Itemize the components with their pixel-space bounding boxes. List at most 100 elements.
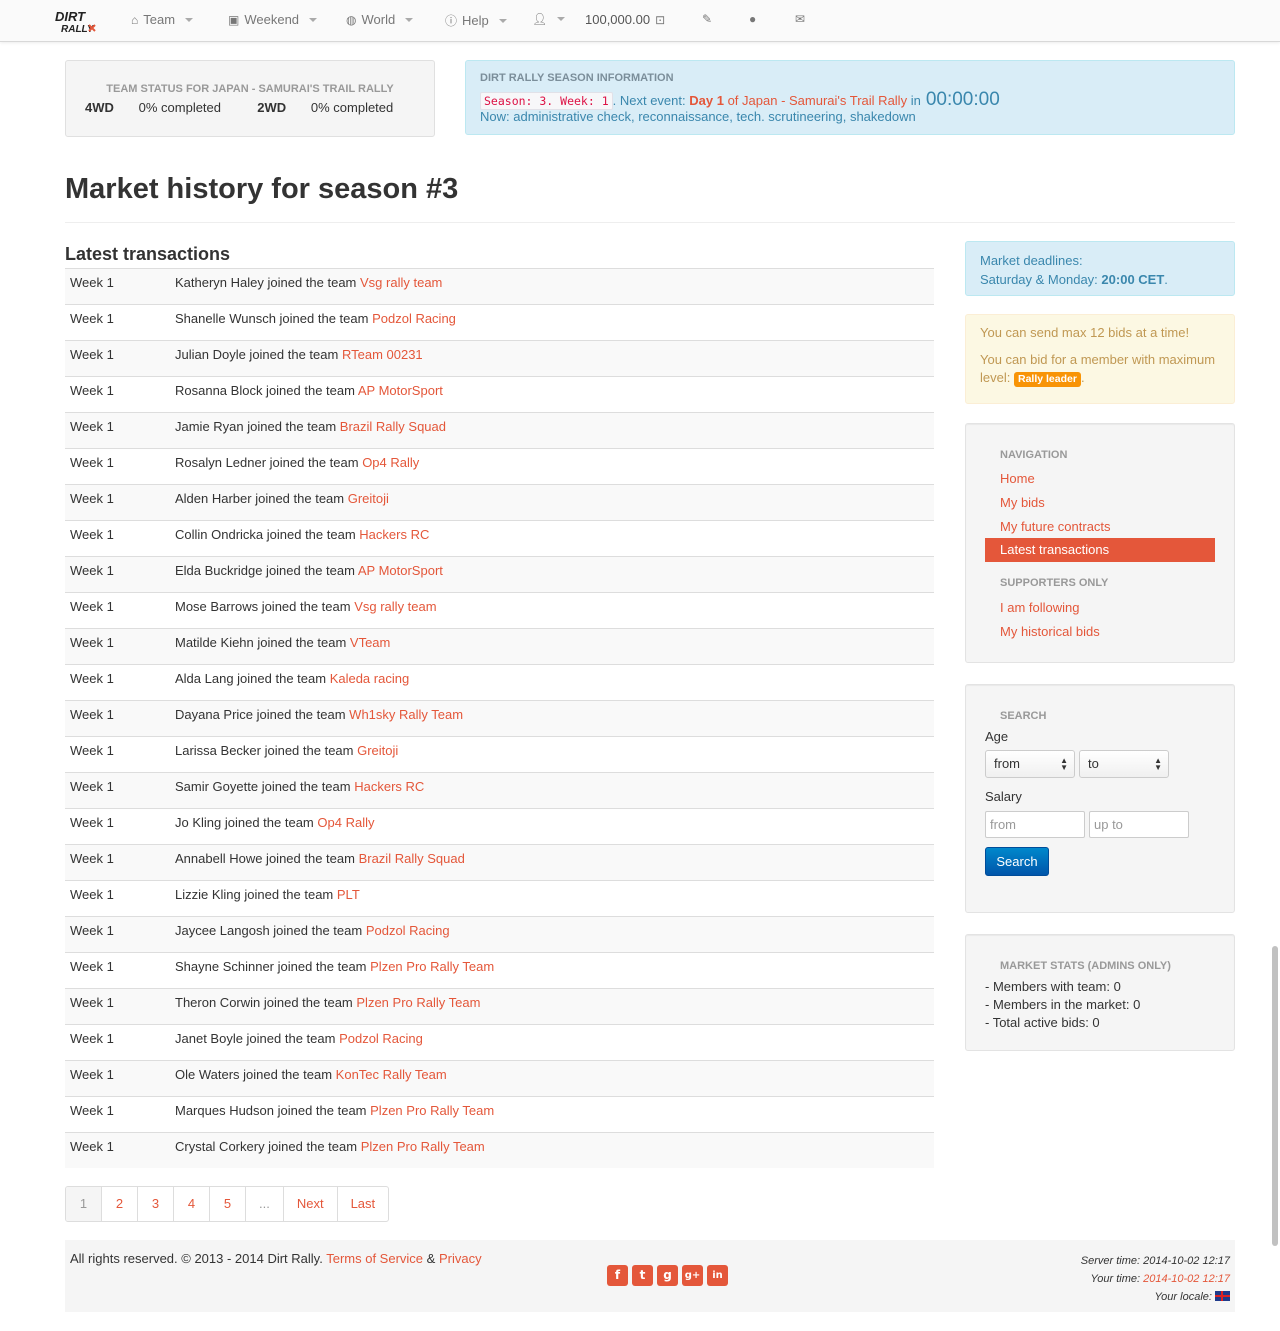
nav-link-my-bids[interactable]: My bids (1000, 495, 1045, 510)
tx-week: Week 1 (70, 275, 114, 290)
privacy-link[interactable]: Privacy (439, 1251, 482, 1266)
tx-text: Larissa Becker joined the team (175, 743, 354, 758)
transactions-table: Week 1 Katheryn Haley joined the team Vsg… (65, 268, 934, 1168)
page-5[interactable]: 5 (210, 1187, 246, 1221)
nav-edit[interactable]: ✎ (702, 12, 712, 26)
nav-link-latest-transactions[interactable]: Latest transactions (985, 538, 1215, 562)
table-row: Week 1 Janet Boyle joined the team Podzol… (65, 1024, 934, 1060)
nav-team[interactable]: ⌂ Team (131, 12, 194, 27)
tx-text: Matilde Kiehn joined the team (175, 635, 347, 650)
page-last-button[interactable]: Last (338, 1187, 389, 1221)
salary-to-input[interactable]: up to (1089, 811, 1189, 838)
tx-text: Rosalyn Ledner joined the team (175, 455, 359, 470)
tx-team-link[interactable]: PLT (337, 887, 360, 902)
nav-help-label: Help (462, 13, 489, 28)
google-plus-icon[interactable]: g+ (682, 1265, 703, 1286)
salary-from-input[interactable]: from (985, 811, 1085, 838)
tx-description: Theron Corwin joined the team Plzen Pro … (175, 995, 480, 1010)
search-panel: SEARCH Age from ▲ ▼ to ▲ ▼ Salary from up … (965, 684, 1235, 913)
nav-money[interactable]: 100,000.00 ⊡ (585, 12, 665, 27)
linkedin-icon[interactable]: in (707, 1265, 728, 1286)
tx-team-link[interactable]: Hackers RC (359, 527, 429, 542)
age-from-select[interactable]: from ▲ ▼ (985, 750, 1075, 778)
tx-week: Week 1 (70, 815, 114, 830)
tx-description: Katheryn Haley joined the team Vsg rally… (175, 275, 442, 290)
tx-team-link[interactable]: Op4 Rally (317, 815, 374, 830)
tx-description: Marques Hudson joined the team Plzen Pro… (175, 1103, 494, 1118)
page-4[interactable]: 4 (174, 1187, 210, 1221)
tx-team-link[interactable]: KonTec Rally Team (336, 1067, 447, 1082)
event-day-link[interactable]: Day 1 (689, 93, 724, 108)
server-time-value: 2014-10-02 12:17 (1143, 1255, 1230, 1267)
nav-help[interactable]: ⓘ Help (445, 12, 507, 29)
nav-globe[interactable]: ● (749, 12, 756, 26)
tx-team-link[interactable]: Greitoji (348, 491, 389, 506)
tx-team-link[interactable]: Brazil Rally Squad (340, 419, 446, 434)
tx-week: Week 1 (70, 887, 114, 902)
tx-team-link[interactable]: Podzol Racing (339, 1031, 423, 1046)
tx-team-link[interactable]: Greitoji (357, 743, 398, 758)
terms-link[interactable]: Terms of Service (326, 1251, 423, 1266)
tx-team-link[interactable]: VTeam (350, 635, 390, 650)
tx-team-link[interactable]: Kaleda racing (330, 671, 410, 686)
nav-user[interactable]: 👤︎ (532, 12, 566, 26)
team-status-row: 4WD 0% completed 2WD 0% completed (85, 100, 393, 115)
footer-times: Server time: 2014-10-02 12:17 Your time:… (1081, 1252, 1230, 1306)
tx-text: Jaycee Langosh joined the team (175, 923, 363, 938)
nav-link-home[interactable]: Home (1000, 471, 1035, 486)
uk-flag-icon[interactable] (1215, 1291, 1230, 1301)
event-name-link[interactable]: Japan - Samurai's Trail Rally (742, 93, 907, 108)
nav-link-following[interactable]: I am following (1000, 600, 1079, 615)
tx-team-link[interactable]: Plzen Pro Rally Team (370, 959, 494, 974)
svg-text:DIRT: DIRT (55, 9, 86, 24)
tx-team-link[interactable]: Op4 Rally (362, 455, 419, 470)
page-3[interactable]: 3 (138, 1187, 174, 1221)
tx-team-link[interactable]: RTeam 00231 (342, 347, 423, 362)
twitter-icon[interactable]: t (632, 1265, 653, 1286)
tx-team-link[interactable]: Podzol Racing (372, 311, 456, 326)
table-row: Week 1 Julian Doyle joined the team RTeam… (65, 340, 934, 376)
tx-text: Katheryn Haley joined the team (175, 275, 357, 290)
page-1[interactable]: 1 (66, 1187, 102, 1221)
nav-world[interactable]: ◍ World (346, 12, 414, 27)
page-next-button[interactable]: Next (284, 1187, 338, 1221)
tx-team-link[interactable]: Brazil Rally Squad (359, 851, 465, 866)
nav-weekend[interactable]: ▣ Weekend (228, 12, 318, 27)
dirt-rally-logo[interactable]: DIRT RALLY (55, 9, 97, 33)
tx-team-link[interactable]: Plzen Pro Rally Team (370, 1103, 494, 1118)
market-stats-heading: MARKET STATS (ADMINS ONLY) (1000, 960, 1171, 972)
nav-link-historical-bids[interactable]: My historical bids (1000, 624, 1100, 639)
next-event-label: . Next event: (612, 93, 686, 108)
nav-link-future-contracts[interactable]: My future contracts (1000, 519, 1111, 534)
search-button[interactable]: Search (985, 847, 1049, 876)
tx-team-link[interactable]: Vsg rally team (354, 599, 436, 614)
tx-team-link[interactable]: Vsg rally team (360, 275, 442, 290)
facebook-icon[interactable]: f (607, 1265, 628, 1286)
nav-mail[interactable]: ✉ (795, 12, 805, 26)
github-icon[interactable]: g (657, 1265, 678, 1286)
tx-team-link[interactable]: Plzen Pro Rally Team (361, 1139, 485, 1154)
tx-team-link[interactable]: Podzol Racing (366, 923, 450, 938)
tx-week: Week 1 (70, 707, 114, 722)
nav-team-label: Team (143, 12, 176, 27)
age-to-value: to (1088, 756, 1099, 771)
footer-rights-text: All rights reserved. © 2013 - 2014 Dirt … (70, 1251, 323, 1266)
tx-team-link[interactable]: AP MotorSport (358, 563, 443, 578)
deadlines-time: 20:00 CET (1101, 272, 1165, 287)
tx-team-link[interactable]: Wh1sky Rally Team (349, 707, 463, 722)
page-scrollbar[interactable] (1272, 946, 1278, 1246)
tx-team-link[interactable]: Plzen Pro Rally Team (356, 995, 480, 1010)
tx-team-link[interactable]: AP MotorSport (358, 383, 443, 398)
age-to-select[interactable]: to ▲ ▼ (1079, 750, 1169, 778)
tx-team-link[interactable]: Hackers RC (354, 779, 424, 794)
globe-icon: ◍ (346, 12, 357, 27)
page-title: Market history for season #3 (65, 173, 459, 205)
your-time-label: Your time: (1090, 1273, 1141, 1285)
table-row: Week 1 Collin Ondricka joined the team Ha… (65, 520, 934, 556)
nav-world-label: World (361, 12, 396, 27)
page-2[interactable]: 2 (102, 1187, 138, 1221)
home-icon: ⌂ (131, 12, 139, 27)
bids-notice-line1: You can send max 12 bids at a time! (980, 325, 1190, 340)
tx-text: Dayana Price joined the team (175, 707, 346, 722)
top-navbar: DIRT RALLY ⌂ Team ▣ Weekend ◍ World ⓘ He… (0, 0, 1280, 42)
